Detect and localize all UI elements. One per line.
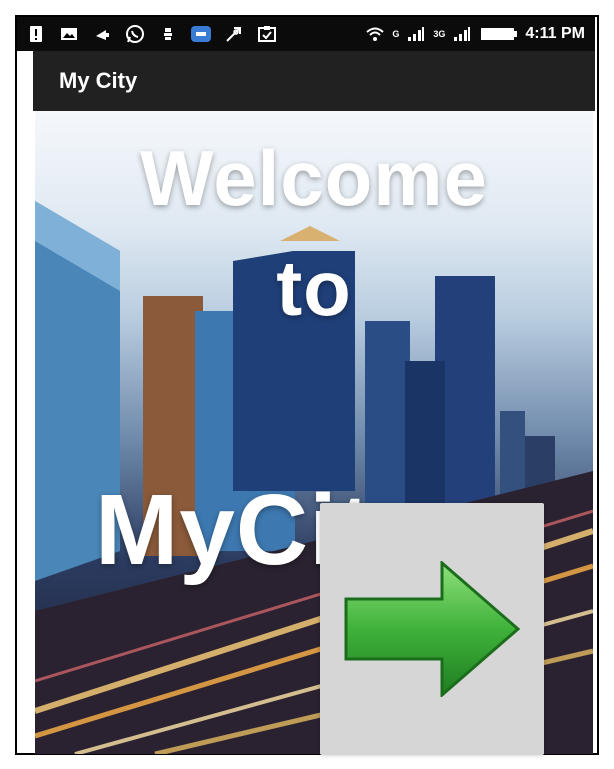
app-title: My City — [59, 68, 138, 93]
arrow-right-icon — [344, 561, 521, 697]
status-bar: G 3G 4:11 PM — [17, 17, 595, 51]
status-time: 4:11 PM — [525, 25, 585, 42]
network-type-label: G — [392, 29, 400, 39]
photos-icon — [58, 23, 80, 45]
signal-icon — [405, 23, 427, 45]
wifi-icon — [364, 23, 386, 45]
signal-icon — [451, 23, 473, 45]
next-button[interactable] — [320, 503, 544, 755]
battery-icon — [479, 23, 519, 45]
alert-icon — [25, 23, 47, 45]
clipboard-icon — [256, 23, 278, 45]
to-line: to — [276, 244, 352, 332]
emblem-icon — [157, 23, 179, 45]
network-type-label: 3G — [433, 29, 446, 39]
rocket-icon — [223, 23, 245, 45]
welcome-line: Welcome — [139, 134, 489, 222]
notify-icon — [91, 23, 113, 45]
app-bar: My City — [33, 51, 595, 111]
whatsapp-icon — [124, 23, 146, 45]
app-icon — [190, 23, 212, 45]
